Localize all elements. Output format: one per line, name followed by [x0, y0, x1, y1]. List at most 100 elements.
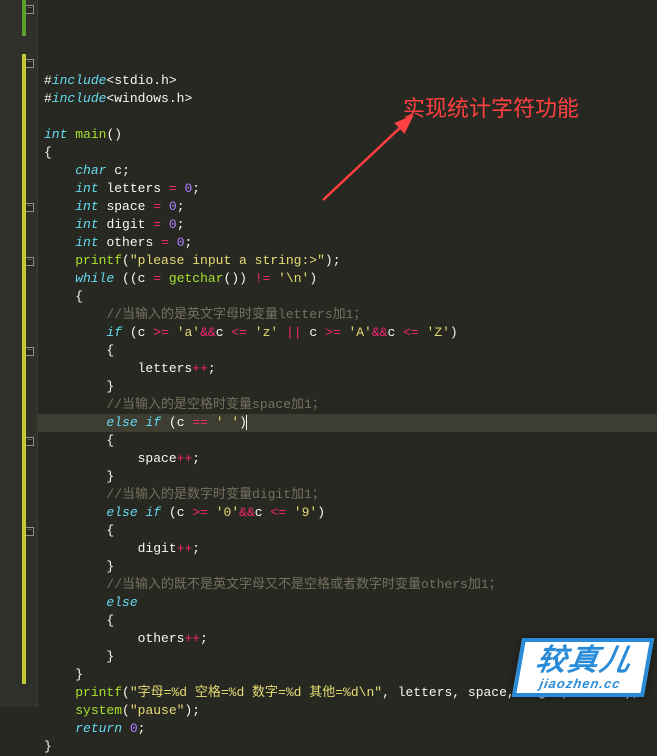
change-marker — [22, 18, 26, 36]
code-line[interactable]: //当输入的是空格时变量space加1； — [44, 396, 657, 414]
code-line[interactable]: } — [44, 558, 657, 576]
fold-icon[interactable]: − — [25, 5, 34, 14]
gutter-line: − — [0, 432, 37, 450]
change-marker — [22, 90, 26, 108]
change-marker — [22, 252, 26, 270]
code-line[interactable]: int space = 0; — [44, 198, 657, 216]
code-line[interactable]: //当输入的既不是英文字母又不是空格或者数字时变量others加1； — [44, 576, 657, 594]
code-line[interactable]: printf("please input a string:>"); — [44, 252, 657, 270]
change-marker — [22, 288, 26, 306]
gutter-line — [0, 360, 37, 378]
change-marker — [22, 342, 26, 360]
code-line[interactable]: if (c >= 'a'&&c <= 'z' || c >= 'A'&&c <=… — [44, 324, 657, 342]
change-marker — [22, 378, 26, 396]
change-marker — [22, 504, 26, 522]
code-line[interactable]: return 0; — [44, 720, 657, 738]
change-marker — [22, 234, 26, 252]
code-line[interactable]: while ((c = getchar()) != '\n') — [44, 270, 657, 288]
code-line[interactable]: letters++; — [44, 360, 657, 378]
code-line[interactable]: { — [44, 288, 657, 306]
change-marker — [22, 612, 26, 630]
gutter-line — [0, 72, 37, 90]
change-marker — [22, 522, 26, 540]
change-marker — [22, 216, 26, 234]
code-line[interactable]: else if (c == ' ') — [38, 414, 657, 432]
code-line[interactable]: int others = 0; — [44, 234, 657, 252]
gutter-line — [0, 234, 37, 252]
code-line[interactable]: { — [44, 342, 657, 360]
change-marker — [22, 54, 26, 72]
change-marker — [22, 162, 26, 180]
code-line[interactable]: { — [44, 144, 657, 162]
code-line[interactable]: #include<stdio.h> — [44, 72, 657, 90]
code-line[interactable]: digit++; — [44, 540, 657, 558]
gutter-line — [0, 306, 37, 324]
watermark-logo: 较真儿 jiaozhen.cc — [512, 638, 654, 697]
gutter-line — [0, 378, 37, 396]
code-editor[interactable]: − − − − − − − 实现统计字符功能 #include<stdio.h>#inclu… — [0, 0, 657, 707]
gutter-line — [0, 144, 37, 162]
gutter-line — [0, 666, 37, 684]
code-line[interactable]: { — [44, 612, 657, 630]
gutter-line — [0, 396, 37, 414]
code-line[interactable]: space++; — [44, 450, 657, 468]
code-line[interactable]: //当输入的是数字时变量digit加1； — [44, 486, 657, 504]
code-line[interactable]: } — [44, 468, 657, 486]
change-marker — [22, 306, 26, 324]
gutter-line — [0, 648, 37, 666]
fold-icon[interactable]: − — [25, 527, 34, 536]
gutter-line — [0, 594, 37, 612]
change-marker — [22, 468, 26, 486]
code-line[interactable]: int letters = 0; — [44, 180, 657, 198]
change-marker — [22, 630, 26, 648]
code-line[interactable]: system("pause"); — [44, 702, 657, 720]
gutter-line — [0, 450, 37, 468]
fold-icon[interactable]: − — [25, 437, 34, 446]
gutter-line — [0, 468, 37, 486]
code-line[interactable]: } — [44, 378, 657, 396]
gutter-line — [0, 504, 37, 522]
fold-icon[interactable]: − — [25, 203, 34, 212]
gutter-line — [0, 126, 37, 144]
code-line[interactable]: } — [44, 738, 657, 756]
code-line[interactable]: else — [44, 594, 657, 612]
code-line[interactable]: else if (c >= '0'&&c <= '9') — [44, 504, 657, 522]
annotation-text: 实现统计字符功能 — [403, 100, 579, 118]
gutter-line — [0, 576, 37, 594]
code-line[interactable]: { — [44, 522, 657, 540]
change-marker — [22, 72, 26, 90]
watermark-cn: 较真儿 — [534, 646, 635, 676]
change-marker — [22, 414, 26, 432]
code-line[interactable]: //当输入的是英文字母时变量letters加1； — [44, 306, 657, 324]
code-line[interactable]: int main() — [44, 126, 657, 144]
gutter-line — [0, 630, 37, 648]
fold-icon[interactable]: − — [25, 347, 34, 356]
code-line[interactable]: int digit = 0; — [44, 216, 657, 234]
fold-icon[interactable]: − — [25, 59, 34, 68]
gutter-line — [0, 36, 37, 54]
change-marker — [22, 558, 26, 576]
code-line[interactable]: { — [44, 432, 657, 450]
gutter-line — [0, 558, 37, 576]
gutter-line — [0, 180, 37, 198]
gutter-line: − — [0, 252, 37, 270]
gutter-line — [0, 162, 37, 180]
change-marker — [22, 360, 26, 378]
code-line[interactable]: char c; — [44, 162, 657, 180]
fold-icon[interactable]: − — [25, 257, 34, 266]
change-marker — [22, 0, 26, 18]
gutter-line — [0, 270, 37, 288]
change-marker — [22, 324, 26, 342]
change-marker — [22, 144, 26, 162]
change-marker — [22, 432, 26, 450]
gutter-line — [0, 216, 37, 234]
change-marker — [22, 270, 26, 288]
code-area[interactable]: 实现统计字符功能 #include<stdio.h>#include<windo… — [38, 0, 657, 707]
gutter-line: − — [0, 54, 37, 72]
change-marker — [22, 126, 26, 144]
gutter-line — [0, 540, 37, 558]
gutter: − − − − − − − — [0, 0, 38, 707]
change-marker — [22, 648, 26, 666]
gutter-line — [0, 324, 37, 342]
change-marker — [22, 576, 26, 594]
